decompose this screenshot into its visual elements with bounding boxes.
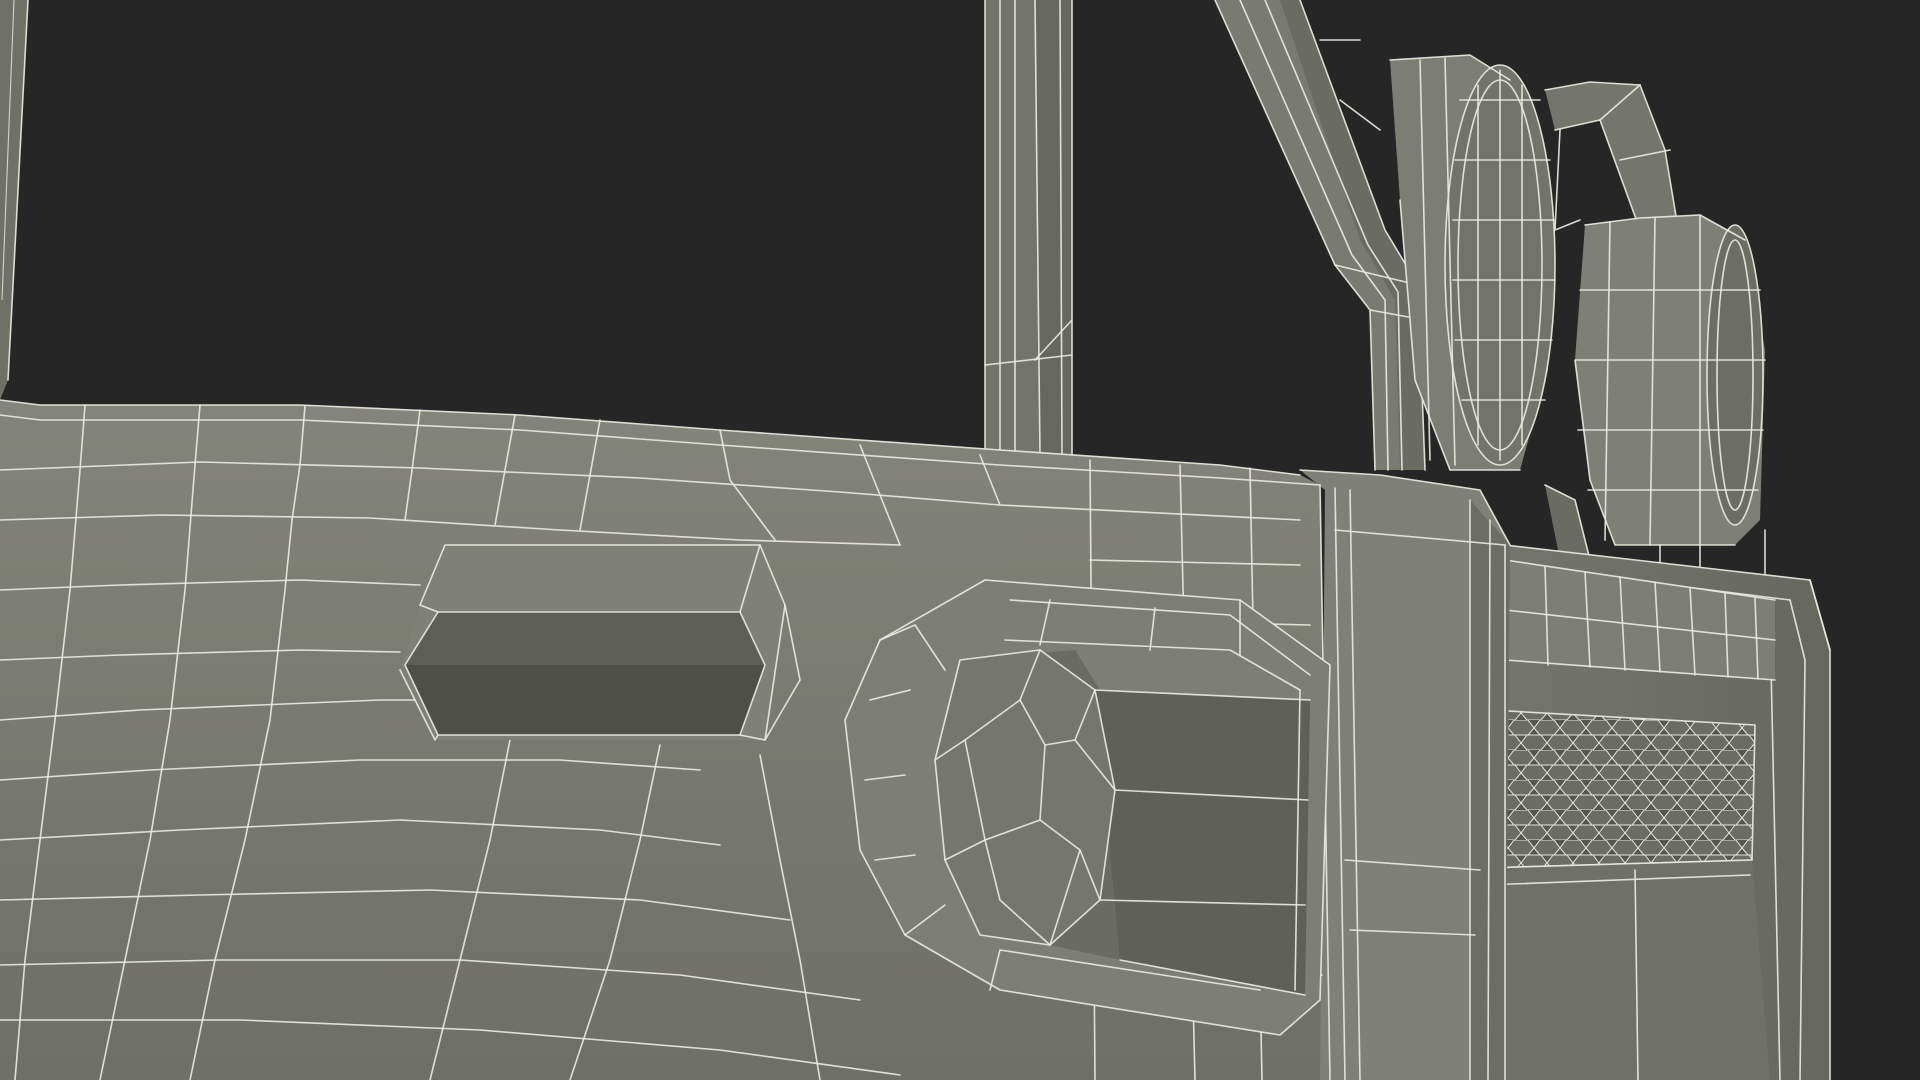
render-viewport bbox=[0, 0, 1920, 1080]
bumper-slot bbox=[399, 544, 801, 741]
lower-right-panel bbox=[1480, 859, 1770, 1080]
center-rod bbox=[984, 0, 1073, 456]
wireframe-render bbox=[0, 0, 1920, 1080]
honeycomb-grille bbox=[1484, 709, 1756, 869]
corner-column bbox=[1299, 469, 1511, 1080]
